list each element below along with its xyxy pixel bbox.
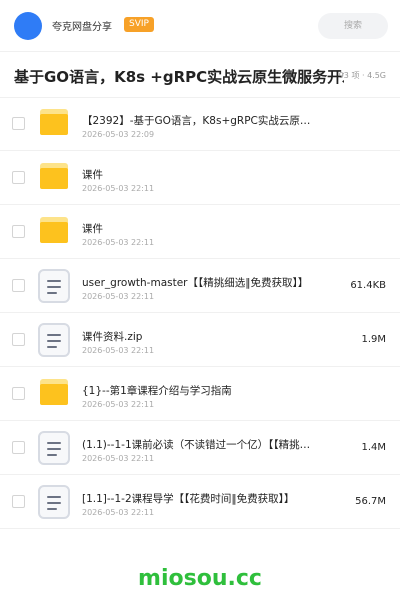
list-item[interactable]: 课件资料.zip 2026-05-03 22:11 1.9M bbox=[0, 313, 400, 367]
select-checkbox[interactable] bbox=[12, 495, 25, 508]
file-size: 1.9M bbox=[361, 334, 386, 345]
file-date: 2026-05-03 22:11 bbox=[82, 400, 155, 409]
page-title: 基于GO语言，K8s +gRPC实战云原生微服务开发 bbox=[14, 68, 344, 86]
folder-meta: 93 项 · 4.5G bbox=[338, 71, 386, 80]
list-item[interactable]: [1.1]--1-2课程导学【【花费时间‖免费获取】】 2026-05-03 22… bbox=[0, 475, 400, 529]
file-date: 2026-05-03 22:11 bbox=[82, 508, 155, 517]
select-checkbox[interactable] bbox=[12, 225, 25, 238]
select-checkbox[interactable] bbox=[12, 117, 25, 130]
document-icon bbox=[38, 269, 70, 303]
list-item[interactable]: 课件 2026-05-03 22:11 bbox=[0, 205, 400, 259]
folder-header: 基于GO语言，K8s +gRPC实战云原生微服务开发 93 项 · 4.5G bbox=[0, 52, 400, 98]
watermark: miosou.cc bbox=[138, 566, 262, 591]
file-name: 课件 bbox=[82, 223, 103, 235]
file-date: 2026-05-03 22:09 bbox=[82, 130, 155, 139]
file-name: 课件 bbox=[82, 169, 103, 181]
file-name: 【2392】-基于GO语言，K8s+gRPC实战云原生微服务开发 bbox=[82, 115, 312, 127]
document-icon bbox=[38, 431, 70, 465]
search-input[interactable] bbox=[318, 13, 388, 39]
select-checkbox[interactable] bbox=[12, 441, 25, 454]
file-date: 2026-05-03 22:11 bbox=[82, 292, 155, 301]
file-name: {1}--第1章课程介绍与学习指南 bbox=[82, 385, 232, 397]
list-item[interactable]: 【2392】-基于GO语言，K8s+gRPC实战云原生微服务开发 2026-05-… bbox=[0, 97, 400, 151]
file-name: user_growth-master【【精挑细选‖免费获取】】 bbox=[82, 277, 309, 289]
document-icon bbox=[38, 323, 70, 357]
top-bar: 夸克网盘分享 SVIP bbox=[0, 0, 400, 52]
folder-icon bbox=[40, 379, 68, 405]
select-checkbox[interactable] bbox=[12, 333, 25, 346]
file-list: 【2392】-基于GO语言，K8s+gRPC实战云原生微服务开发 2026-05-… bbox=[0, 97, 400, 529]
file-date: 2026-05-03 22:11 bbox=[82, 184, 155, 193]
file-size: 61.4KB bbox=[350, 280, 386, 291]
avatar[interactable] bbox=[14, 12, 42, 40]
file-date: 2026-05-03 22:11 bbox=[82, 238, 155, 247]
select-checkbox[interactable] bbox=[12, 171, 25, 184]
file-name: 课件资料.zip bbox=[82, 331, 143, 343]
file-size: 56.7M bbox=[355, 496, 386, 507]
file-name: [1.1]--1-2课程导学【【花费时间‖免费获取】】 bbox=[82, 493, 295, 505]
list-item[interactable]: (1.1)--1-1课前必读（不读错过一个亿）【【精挑细选】】 2026-05-0… bbox=[0, 421, 400, 475]
svip-badge: SVIP bbox=[124, 17, 154, 32]
folder-icon bbox=[40, 163, 68, 189]
file-size: 1.4M bbox=[361, 442, 386, 453]
share-owner-name: 夸克网盘分享 bbox=[52, 22, 112, 33]
list-item[interactable]: user_growth-master【【精挑细选‖免费获取】】 2026-05-0… bbox=[0, 259, 400, 313]
file-date: 2026-05-03 22:11 bbox=[82, 346, 155, 355]
list-item[interactable]: 课件 2026-05-03 22:11 bbox=[0, 151, 400, 205]
list-item[interactable]: {1}--第1章课程介绍与学习指南 2026-05-03 22:11 bbox=[0, 367, 400, 421]
select-checkbox[interactable] bbox=[12, 279, 25, 292]
file-date: 2026-05-03 22:11 bbox=[82, 454, 155, 463]
document-icon bbox=[38, 485, 70, 519]
file-name: (1.1)--1-1课前必读（不读错过一个亿）【【精挑细选】】 bbox=[82, 439, 312, 451]
folder-icon bbox=[40, 109, 68, 135]
folder-icon bbox=[40, 217, 68, 243]
select-checkbox[interactable] bbox=[12, 387, 25, 400]
